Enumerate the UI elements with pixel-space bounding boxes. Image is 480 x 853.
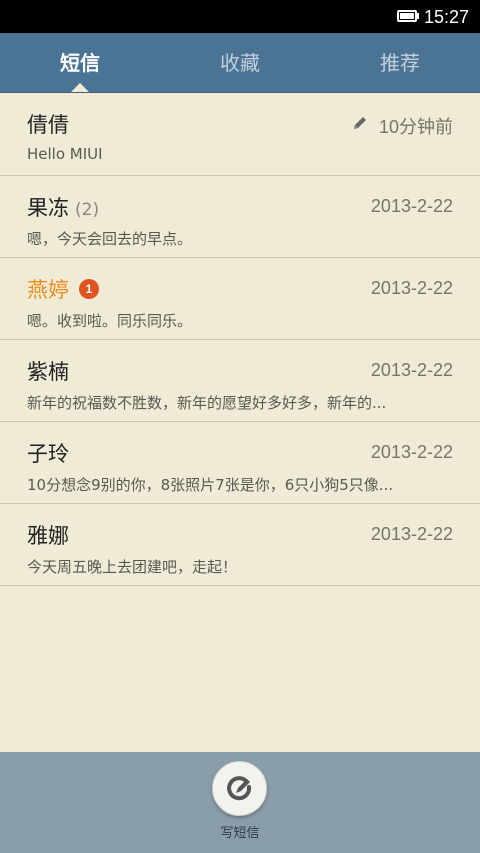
conversation-row[interactable]: 紫楠 2013-2-22 新年的祝福数不胜数，新年的愿望好多好多，新年的... <box>0 340 480 422</box>
battery-icon <box>397 10 417 22</box>
message-preview: 今天周五晚上去团建吧，走起！ <box>27 558 238 576</box>
message-preview: Hello MIUI <box>27 145 103 163</box>
contact-name: 雅娜 <box>27 524 69 548</box>
message-preview: 嗯。收到啦。同乐同乐。 <box>27 312 193 330</box>
contact-name: 倩倩 <box>27 113 69 137</box>
unread-badge: 1 <box>79 279 99 299</box>
contact-name: 果冻 <box>27 196 69 220</box>
conversation-row[interactable]: 燕婷 1 2013-2-22 嗯。收到啦。同乐同乐。 <box>0 258 480 340</box>
message-preview: 新年的祝福数不胜数，新年的愿望好多好多，新年的... <box>27 394 387 412</box>
message-time: 2013-2-22 <box>370 196 453 216</box>
bottom-bar: 写短信 <box>0 752 480 853</box>
contact-name-wrap: 果冻 (2) <box>27 192 99 222</box>
contact-name: 子玲 <box>27 442 69 466</box>
conversation-row[interactable]: 子玲 2013-2-22 10分想念9别的你，8张照片7张是你，6只小狗5只像.… <box>0 422 480 504</box>
compose-button[interactable] <box>212 761 267 816</box>
compose-label: 写短信 <box>220 826 260 841</box>
message-time: 10分钟前 <box>378 117 453 137</box>
status-time: 15:27 <box>424 7 470 27</box>
tab-bar: 短信 收藏 推荐 <box>0 33 480 93</box>
contact-name-wrap: 燕婷 1 <box>27 274 99 304</box>
pencil-icon <box>354 117 366 129</box>
tab-favorites[interactable]: 收藏 <box>160 33 320 93</box>
message-time: 2013-2-22 <box>370 360 453 380</box>
tab-recommended[interactable]: 推荐 <box>320 33 480 93</box>
message-time: 2013-2-22 <box>370 442 453 462</box>
status-bar: 15:27 <box>0 0 480 33</box>
compose-icon <box>227 776 252 801</box>
contact-name: 紫楠 <box>27 360 69 384</box>
active-tab-indicator <box>71 83 89 92</box>
message-preview: 10分想念9别的你，8张照片7张是你，6只小狗5只像... <box>27 476 394 494</box>
message-preview: 嗯，今天会回去的早点。 <box>27 230 193 248</box>
message-time: 2013-2-22 <box>370 278 453 298</box>
message-count: (2) <box>75 200 100 220</box>
conversation-row[interactable]: 倩倩 10分钟前 Hello MIUI <box>0 93 480 176</box>
conversation-row[interactable]: 果冻 (2) 2013-2-22 嗯，今天会回去的早点。 <box>0 176 480 258</box>
conversation-row[interactable]: 雅娜 2013-2-22 今天周五晚上去团建吧，走起！ <box>0 504 480 586</box>
contact-name: 燕婷 <box>27 278 69 302</box>
message-time: 2013-2-22 <box>370 524 453 544</box>
conversation-list: 倩倩 10分钟前 Hello MIUI 果冻 (2) 2013-2-22 嗯，今天… <box>0 93 480 586</box>
battery-tip <box>417 13 419 19</box>
